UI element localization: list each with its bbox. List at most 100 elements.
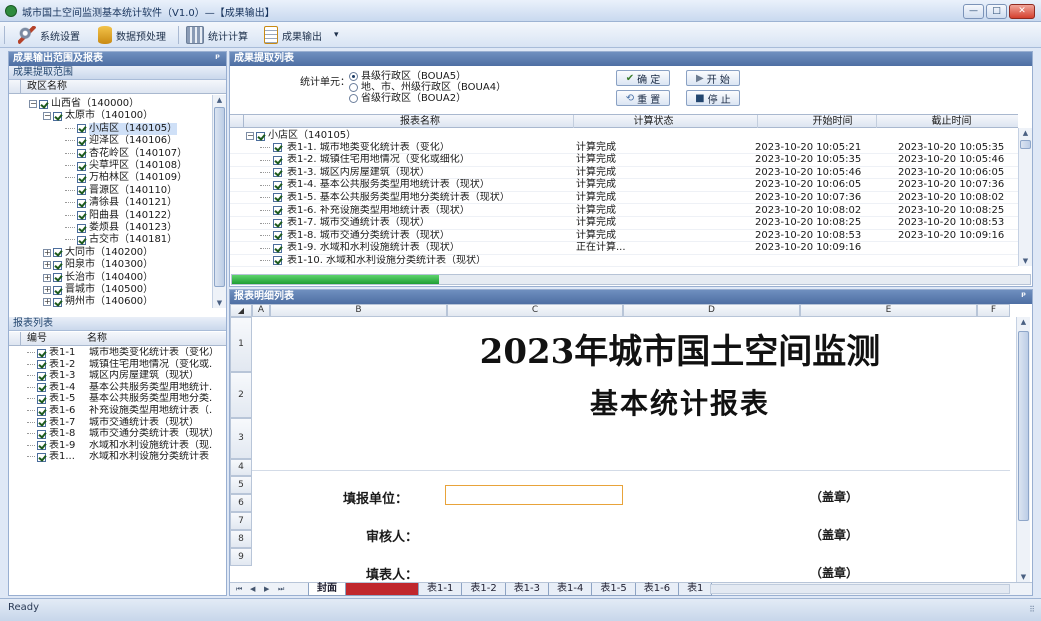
sheet-tab[interactable]: 表1-6	[634, 583, 680, 596]
extract-table-row[interactable]: 表1-4. 基本公共服务类型用地统计表（现状） 计算完成 2023-10-20 10…	[230, 179, 1018, 192]
region-tree-node[interactable]: + 长治市（140400）	[43, 272, 153, 284]
region-tree-scrollbar[interactable]: ▲ ▼	[212, 95, 226, 308]
report-checkbox[interactable]	[273, 256, 282, 266]
region-checkbox[interactable]	[77, 211, 86, 221]
report-list-item[interactable]: 表1-9 水域和水利设施统计表（现...	[27, 440, 223, 452]
stop-button[interactable]: ■ 停 止	[686, 90, 740, 106]
report-list-item[interactable]: 表1-8 城市交通分类统计表（现状）	[27, 428, 223, 440]
extract-table-row[interactable]: 表1-2. 城镇住宅用地情况（变化或细化） 计算完成 2023-10-20 10:0…	[230, 154, 1018, 167]
region-checkbox[interactable]	[39, 99, 48, 109]
toolbar-overflow-button[interactable]: ▾	[334, 25, 339, 45]
sheet-nav-button[interactable]: ◀	[250, 583, 255, 595]
report-checkbox[interactable]	[37, 406, 46, 416]
region-checkbox[interactable]	[53, 248, 62, 258]
region-tree-node[interactable]: 阳曲县（140122）	[65, 210, 177, 222]
row-header[interactable]: 2	[230, 372, 252, 418]
report-checkbox[interactable]	[37, 452, 46, 462]
region-tree-node[interactable]: + 晋城市（140500）	[43, 284, 153, 296]
report-checkbox[interactable]	[273, 193, 282, 203]
region-tree-node[interactable]: 小店区（140105）	[65, 122, 178, 135]
region-checkbox[interactable]	[53, 285, 62, 295]
report-checkbox[interactable]	[273, 231, 282, 241]
collapse-icon[interactable]: −	[246, 132, 254, 140]
report-list-item[interactable]: 表1-7 城市交通统计表（现状）	[27, 417, 223, 429]
region-checkbox[interactable]	[77, 124, 86, 134]
region-tree-node[interactable]: 万柏林区（140109）	[65, 172, 187, 184]
stat-unit-radio[interactable]: 县级行政区（BOUA5）	[349, 71, 519, 82]
statistics-calc-button[interactable]: 统计计算	[186, 25, 248, 45]
expand-icon[interactable]: +	[43, 248, 51, 257]
row-header[interactable]: 9	[230, 548, 252, 566]
stat-unit-radio[interactable]: 省级行政区（BOUA2）	[349, 93, 519, 104]
region-tree-node[interactable]: + 大同市（140200）	[43, 247, 153, 259]
report-checkbox[interactable]	[37, 418, 46, 428]
region-checkbox[interactable]	[77, 136, 86, 146]
region-checkbox[interactable]	[77, 235, 86, 245]
start-button[interactable]: ▶ 开 始	[686, 70, 740, 86]
report-checkbox[interactable]	[273, 155, 282, 165]
region-checkbox[interactable]	[53, 297, 62, 307]
report-list-item[interactable]: 表1-5 基本公共服务类型用地分类...	[27, 393, 223, 405]
report-checkbox[interactable]	[273, 143, 282, 152]
sheet-vscrollbar[interactable]: ▲ ▼	[1016, 317, 1030, 582]
report-list-item[interactable]: 表1-6 补充设施类型用地统计表（...	[27, 405, 223, 417]
extract-table-row[interactable]: 表1-1. 城市地类变化统计表（变化） 计算完成 2023-10-20 10:05:…	[230, 142, 1018, 154]
close-button[interactable]: ✕	[1009, 4, 1035, 19]
result-output-button[interactable]: 成果输出	[264, 25, 322, 45]
sheet-tab[interactable]: 表1-1	[418, 583, 463, 596]
sheet-tab[interactable]: 表1-2	[461, 583, 506, 596]
minimize-button[interactable]: —	[963, 4, 984, 19]
row-header[interactable]: 6	[230, 494, 252, 512]
report-checkbox[interactable]	[37, 371, 46, 381]
sheet-tab[interactable]	[345, 583, 419, 596]
report-checkbox[interactable]	[37, 441, 46, 451]
report-checkbox[interactable]	[273, 180, 282, 190]
sheet-tab[interactable]: 表1	[678, 583, 713, 596]
region-tree-node[interactable]: + 阳泉市（140300）	[43, 259, 153, 271]
radio-icon[interactable]	[349, 71, 358, 81]
sheet-corner[interactable]: ◢	[230, 304, 252, 317]
extract-group-row[interactable]: − 小店区（140105）	[246, 130, 356, 142]
reset-button[interactable]: ⟲ 重 置	[616, 90, 670, 106]
region-checkbox[interactable]	[53, 273, 62, 283]
region-checkbox[interactable]	[77, 149, 86, 159]
column-header[interactable]: C	[447, 304, 623, 317]
region-tree-node[interactable]: − 山西省（140000）	[29, 98, 139, 110]
region-checkbox[interactable]	[77, 198, 86, 208]
row-header[interactable]: 1	[230, 317, 252, 372]
expand-icon[interactable]: +	[43, 261, 51, 270]
report-list-item[interactable]: 表1-3 城区内房屋建筑（现状）	[27, 370, 223, 382]
report-list-item[interactable]: 表1-1 城市地类变化统计表（变化）	[27, 347, 223, 359]
region-checkbox[interactable]	[77, 173, 86, 183]
region-checkbox[interactable]	[77, 186, 86, 196]
region-checkbox[interactable]	[53, 111, 62, 121]
sheet-tab[interactable]: 表1-3	[504, 583, 550, 596]
stat-unit-radio[interactable]: 地、市、州级行政区（BOUA4）	[349, 82, 519, 93]
row-header[interactable]: 3	[230, 418, 252, 459]
report-checkbox[interactable]	[273, 218, 282, 228]
report-checkbox[interactable]	[37, 348, 46, 358]
report-checkbox[interactable]	[37, 394, 46, 404]
row-header[interactable]: 7	[230, 512, 252, 530]
row-header[interactable]: 5	[230, 476, 252, 494]
report-list-item[interactable]: 表1-4 基本公共服务类型用地统计...	[27, 382, 223, 394]
region-tree-node[interactable]: 清徐县（140121）	[65, 197, 177, 209]
data-preprocess-button[interactable]: 数据预处理	[98, 25, 166, 45]
report-checkbox[interactable]	[37, 360, 46, 370]
report-checkbox[interactable]	[273, 168, 282, 178]
row-header[interactable]: 4	[230, 459, 252, 476]
expand-icon[interactable]: +	[43, 298, 51, 307]
region-tree-node[interactable]: 尖草坪区（140108）	[65, 160, 187, 172]
extract-table-row[interactable]: 表1-6. 补充设施类型用地统计表（现状） 计算完成 2023-10-20 10:0…	[230, 205, 1018, 217]
extract-table-row[interactable]: 表1-10. 水域和水利设施分类统计表（现状）	[230, 255, 1018, 267]
region-tree-node[interactable]: 杏花岭区（140107）	[65, 148, 187, 160]
column-header[interactable]: B	[270, 304, 447, 317]
extract-table-row[interactable]: 表1-7. 城市交通统计表（现状） 计算完成 2023-10-20 10:08:25…	[230, 217, 1018, 230]
region-checkbox[interactable]	[77, 161, 86, 171]
extract-table-row[interactable]: 表1-5. 基本公共服务类型用地分类统计表（现状） 计算完成 2023-10-20 …	[230, 192, 1018, 205]
group-checkbox[interactable]	[256, 131, 265, 141]
region-tree-node[interactable]: 娄烦县（140123）	[65, 222, 177, 234]
selected-cell[interactable]	[445, 485, 623, 505]
extract-table-row[interactable]: 表1-8. 城市交通分类统计表（现状） 计算完成 2023-10-20 10:08:…	[230, 230, 1018, 243]
column-header[interactable]: A	[252, 304, 270, 317]
